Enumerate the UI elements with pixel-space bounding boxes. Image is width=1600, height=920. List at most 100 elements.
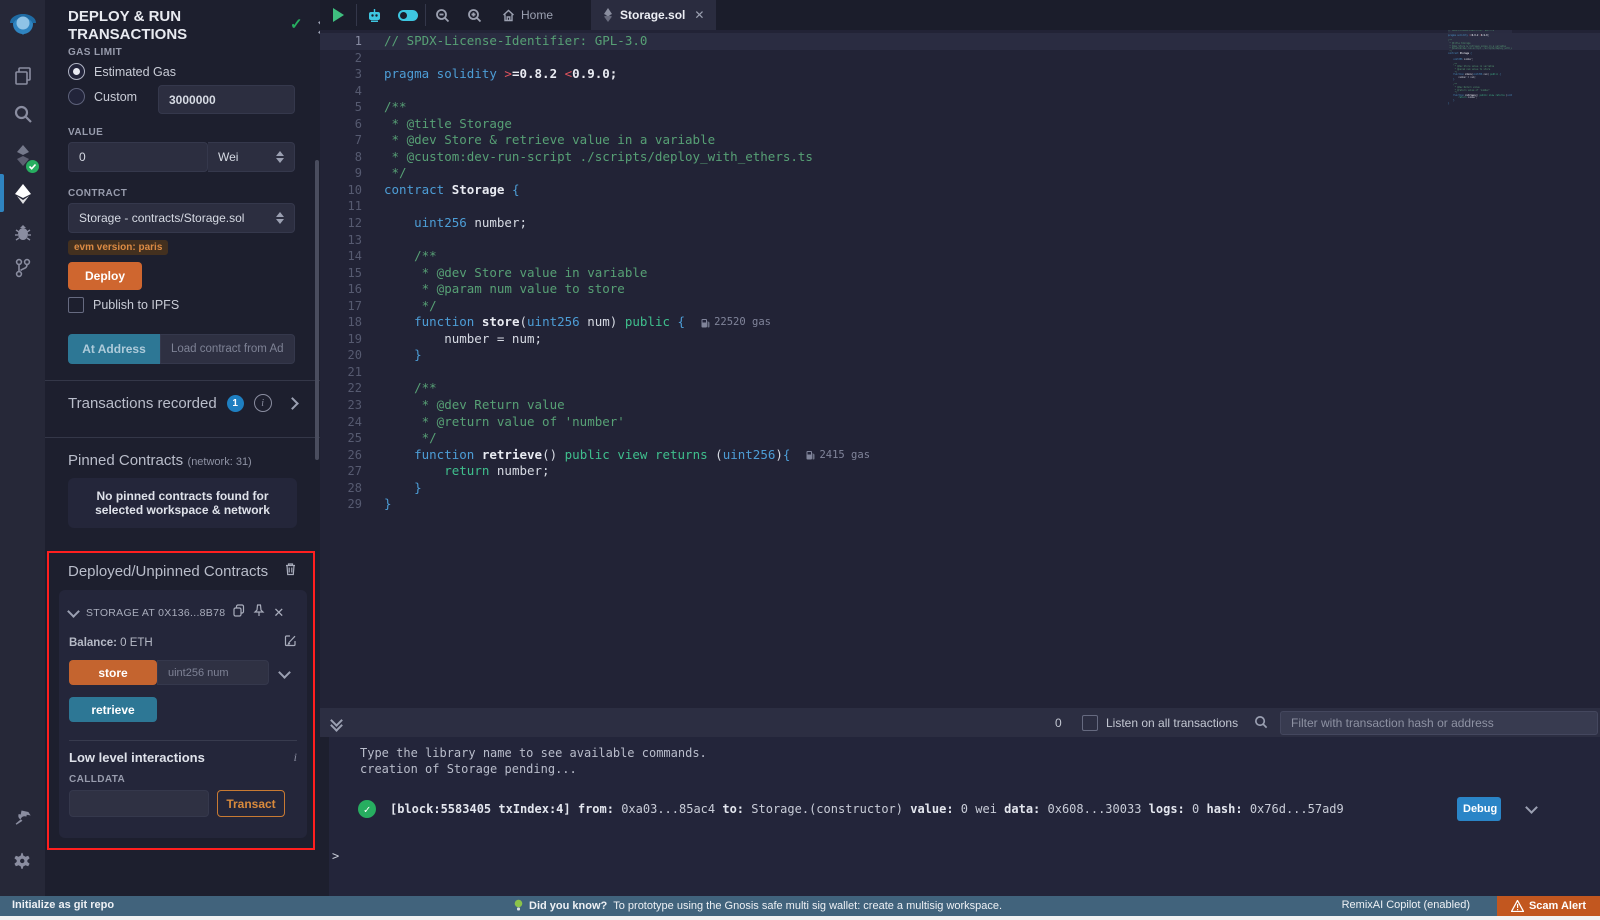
- terminal-prompt[interactable]: >: [332, 849, 339, 863]
- file-explorer-icon[interactable]: [0, 58, 45, 94]
- vertical-icon-panel: [0, 0, 45, 896]
- code-line: 15 * @dev Store value in variable: [320, 265, 1600, 282]
- copy-icon[interactable]: [233, 604, 245, 622]
- deployed-contracts-header: Deployed/Unpinned Contracts: [68, 562, 297, 581]
- estimated-gas-label: Estimated Gas: [94, 65, 176, 79]
- code-line: 25 */: [320, 430, 1600, 447]
- publish-ipfs-checkbox[interactable]: [68, 297, 84, 313]
- trash-icon[interactable]: [284, 562, 297, 581]
- listen-all-checkbox[interactable]: [1082, 715, 1098, 731]
- ai-assistant-robot-icon[interactable]: [357, 0, 391, 30]
- pinned-network-label: (network: 31): [188, 456, 252, 468]
- run-script-icon[interactable]: [320, 0, 356, 30]
- contract-label: CONTRACT: [68, 188, 297, 199]
- updown-icon: [276, 151, 284, 163]
- terminal-output[interactable]: Type the library name to see available c…: [320, 737, 1600, 896]
- code-line: 7 * @dev Store & retrieve value in a var…: [320, 132, 1600, 149]
- did-you-know-tip: Did you know? To prototype using the Gno…: [514, 899, 1002, 912]
- at-address-button[interactable]: At Address: [68, 334, 160, 364]
- warning-icon: [1511, 900, 1524, 912]
- code-line: 9 */: [320, 165, 1600, 182]
- deploy-button[interactable]: Deploy: [68, 262, 142, 290]
- pinned-contracts-header: Pinned Contracts (network: 31): [68, 452, 297, 470]
- value-label: VALUE: [68, 127, 297, 138]
- tab-storage-sol[interactable]: Storage.sol ✕: [591, 0, 716, 30]
- search-icon[interactable]: [0, 96, 45, 132]
- chevron-down-icon[interactable]: [67, 605, 80, 618]
- info-icon: i: [254, 394, 272, 412]
- remix-ide-window: DEPLOY & RUN TRANSACTIONS ✓ GAS LIMIT Es…: [0, 0, 1600, 920]
- filter-transactions-input[interactable]: [1280, 711, 1598, 735]
- evm-version-badge: evm version: paris: [68, 240, 168, 255]
- expand-terminal-icon[interactable]: [332, 716, 341, 730]
- code-line: }: [1448, 103, 1512, 106]
- editor-minimap[interactable]: // SPDX-License-Identifier: GPL-3.0pragm…: [1448, 30, 1512, 106]
- terminal-line: creation of Storage pending...: [360, 761, 707, 777]
- code-line: 16 * @param num value to store: [320, 281, 1600, 298]
- plugin-manager-icon[interactable]: [0, 800, 45, 836]
- pending-tx-count: 0: [1055, 716, 1062, 730]
- close-icon[interactable]: ✕: [273, 605, 284, 621]
- code-line: 12 uint256 number;: [320, 215, 1600, 232]
- publish-ipfs-row[interactable]: Publish to IPFS: [68, 297, 297, 313]
- transact-button[interactable]: Transact: [217, 790, 285, 817]
- pin-icon[interactable]: [253, 604, 265, 622]
- at-address-input[interactable]: [160, 334, 295, 364]
- terminal-header: 0 Listen on all transactions: [320, 708, 1600, 737]
- code-line: 13: [320, 232, 1600, 249]
- window-bottom-edge: [0, 916, 1600, 920]
- code-line: 17 */: [320, 298, 1600, 315]
- scam-alert-button[interactable]: Scam Alert: [1497, 896, 1600, 916]
- panel-scrollbar[interactable]: [315, 160, 319, 460]
- contract-card-header[interactable]: STORAGE AT 0X136...8B78 ✕: [69, 604, 297, 622]
- git-icon[interactable]: [0, 250, 45, 286]
- code-line: 27 return number;: [320, 463, 1600, 480]
- code-line: 5/**: [320, 99, 1600, 116]
- code-line: 2: [320, 50, 1600, 67]
- copilot-status[interactable]: RemixAI Copilot (enabled): [1342, 899, 1470, 911]
- store-args-input[interactable]: [157, 660, 269, 685]
- code-line: 26 function retrieve() public view retur…: [320, 447, 1600, 464]
- zoom-out-icon[interactable]: [426, 0, 458, 30]
- code-line: 21: [320, 364, 1600, 381]
- debugger-icon[interactable]: [0, 214, 45, 250]
- close-tab-icon[interactable]: ✕: [694, 8, 704, 22]
- custom-gas-radio[interactable]: [68, 88, 85, 105]
- estimated-gas-radio-row[interactable]: Estimated Gas: [68, 63, 297, 80]
- settings-gear-icon[interactable]: [0, 842, 45, 878]
- code-editor[interactable]: 1// SPDX-License-Identifier: GPL-3.023pr…: [320, 30, 1600, 708]
- custom-gas-input[interactable]: [158, 85, 295, 114]
- remix-logo-icon[interactable]: [0, 6, 45, 46]
- solidity-compiler-icon[interactable]: [0, 138, 45, 174]
- zoom-in-icon[interactable]: [458, 0, 490, 30]
- code-line: 28 }: [320, 480, 1600, 497]
- contract-select[interactable]: Storage - contracts/Storage.sol: [68, 203, 295, 233]
- value-input[interactable]: [68, 142, 208, 172]
- expand-args-icon[interactable]: [278, 666, 291, 679]
- code-line: 1// SPDX-License-Identifier: GPL-3.0: [320, 33, 1600, 50]
- value-unit-select[interactable]: Wei: [208, 142, 295, 172]
- store-function-button[interactable]: store: [69, 660, 157, 685]
- git-init-status[interactable]: Initialize as git repo: [12, 899, 114, 911]
- code-line: 14 /**: [320, 248, 1600, 265]
- chevron-right-icon[interactable]: [286, 397, 299, 410]
- expand-tx-icon[interactable]: [1525, 801, 1538, 814]
- value-unit: Wei: [218, 150, 238, 164]
- contract-instance-label: STORAGE AT 0X136...8B78: [86, 607, 225, 619]
- info-icon: i: [294, 750, 297, 765]
- code-line: 8 * @custom:dev-run-script ./scripts/dep…: [320, 149, 1600, 166]
- debug-button[interactable]: Debug: [1457, 797, 1501, 821]
- pinned-contracts-title: Pinned Contracts: [68, 452, 183, 469]
- estimated-gas-radio[interactable]: [68, 63, 85, 80]
- transaction-log-row[interactable]: ✓ [block:5583405 txIndex:4] from: 0xa03.…: [358, 797, 1558, 821]
- calldata-input[interactable]: [69, 790, 209, 817]
- code-line: 4: [320, 83, 1600, 100]
- edit-icon[interactable]: [284, 634, 297, 652]
- deploy-and-run-icon[interactable]: [0, 176, 45, 212]
- retrieve-function-button[interactable]: retrieve: [69, 697, 157, 722]
- updown-icon: [276, 212, 284, 224]
- divider: [45, 437, 320, 438]
- copilot-toggle-icon[interactable]: [391, 0, 425, 30]
- transactions-recorded-row[interactable]: Transactions recorded 1 i: [68, 394, 297, 412]
- tab-home[interactable]: Home: [490, 0, 565, 30]
